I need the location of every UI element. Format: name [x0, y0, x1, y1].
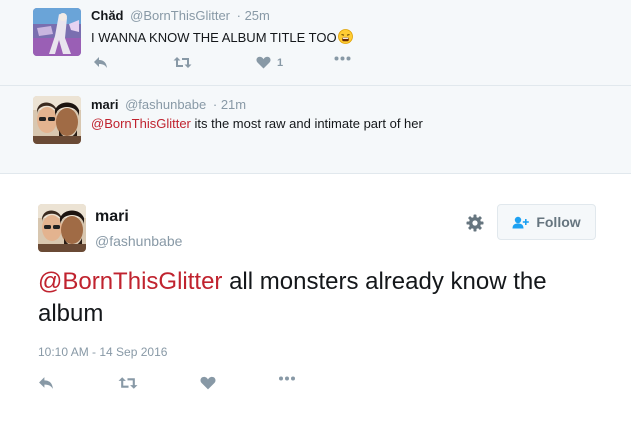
- heart-icon: [256, 56, 271, 69]
- reply-button[interactable]: [93, 56, 108, 69]
- avatar[interactable]: [33, 8, 81, 56]
- tweet-text: I WANNA KNOW THE ALBUM TITLE TOO: [91, 29, 353, 47]
- gear-icon: [466, 214, 484, 232]
- timestamp[interactable]: · 25m: [237, 8, 270, 23]
- reply-icon: [39, 377, 53, 389]
- tweet-header: Chăd @BornThisGlitter · 25m: [91, 8, 270, 23]
- add-user-icon: [512, 216, 530, 228]
- tweet-text-body: its the most raw and intimate part of he…: [190, 116, 423, 131]
- like-button[interactable]: 1: [256, 56, 283, 69]
- tweet-text: @BornThisGlitter all monsters already kn…: [38, 266, 598, 330]
- tweet-header: mari @fashunbabe · 21m: [91, 97, 246, 112]
- settings-button[interactable]: [466, 214, 484, 237]
- mention-link[interactable]: @BornThisGlitter: [91, 116, 191, 131]
- retweet-button[interactable]: [118, 376, 138, 390]
- reply-icon: [94, 57, 107, 68]
- more-dots-icon: [279, 376, 295, 381]
- more-button[interactable]: [334, 56, 351, 61]
- tweet-actions: [0, 376, 631, 392]
- tweet-text: @BornThisGlitter its the most raw and in…: [91, 116, 423, 131]
- more-button[interactable]: [278, 376, 296, 381]
- reply-tweet[interactable]: mari @fashunbabe · 21m @BornThisGlitter …: [0, 86, 631, 243]
- tweet-actions: 1: [0, 56, 631, 72]
- handle[interactable]: @fashunbabe: [95, 233, 182, 249]
- follow-label: Follow: [536, 214, 581, 230]
- tweet-text-body: I WANNA KNOW THE ALBUM TITLE TOO: [91, 30, 337, 45]
- like-count: 1: [277, 56, 284, 69]
- permalink-tweet: mari @fashunbabe Follow @BornThisGlitter…: [0, 174, 631, 424]
- weary-face-emoji-icon: [337, 29, 353, 47]
- handle[interactable]: @BornThisGlitter: [130, 8, 230, 23]
- like-button[interactable]: [200, 376, 216, 390]
- handle[interactable]: @fashunbabe: [125, 97, 206, 112]
- retweet-icon: [118, 377, 138, 389]
- heart-icon: [200, 376, 216, 390]
- avatar[interactable]: [38, 204, 86, 252]
- reply-tweet[interactable]: Chăd @BornThisGlitter · 25m I WANNA KNOW…: [0, 0, 631, 86]
- avatar[interactable]: [33, 96, 81, 144]
- retweet-button[interactable]: [173, 56, 198, 69]
- display-name[interactable]: mari: [95, 208, 129, 226]
- display-name[interactable]: mari: [91, 97, 118, 112]
- follow-button[interactable]: Follow: [497, 204, 596, 240]
- tweet-timestamp[interactable]: 10:10 AM - 14 Sep 2016: [38, 345, 167, 359]
- reply-button[interactable]: [38, 376, 54, 390]
- display-name[interactable]: Chăd: [91, 8, 124, 23]
- more-dots-icon: [334, 56, 351, 61]
- mention-link[interactable]: @BornThisGlitter: [38, 268, 222, 295]
- timestamp[interactable]: · 21m: [213, 97, 246, 112]
- retweet-icon: [173, 57, 192, 68]
